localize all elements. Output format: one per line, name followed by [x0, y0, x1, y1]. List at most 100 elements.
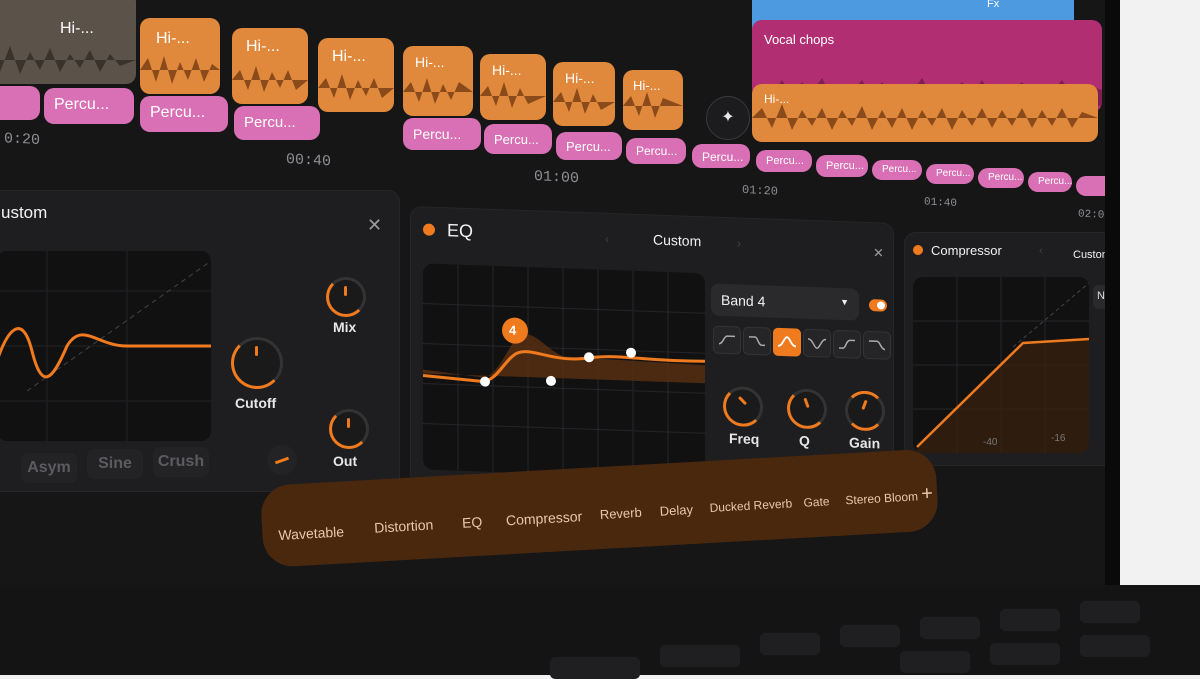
hi-hat-clip[interactable]: Hi-...	[0, 0, 136, 84]
distortion-curve	[0, 251, 211, 441]
compressor-enabled-dot[interactable]	[913, 245, 923, 255]
axis-label: -40	[983, 437, 998, 448]
mode-asym-button[interactable]: Asym	[21, 453, 77, 483]
eq-preset-name[interactable]: Custom	[653, 231, 701, 249]
band-enable-toggle[interactable]	[869, 299, 887, 312]
chain-item-compressor[interactable]: Compressor	[506, 508, 583, 528]
eq-enabled-dot[interactable]	[423, 223, 435, 236]
clip-waveform	[232, 66, 308, 92]
compressor-graph[interactable]: -40 -16	[913, 277, 1089, 453]
distortion-graph[interactable]	[0, 251, 211, 441]
cutoff-label: Cutoff	[235, 395, 277, 411]
bell-filter-button[interactable]	[773, 327, 801, 357]
close-icon[interactable]: ✕	[367, 215, 382, 236]
highshelf-icon	[839, 339, 855, 349]
lowshelf-filter-button[interactable]	[743, 326, 771, 356]
q-label: Q	[799, 432, 810, 449]
vocal-chops-label: Vocal chops	[764, 32, 835, 47]
clip-label: Percu...	[54, 96, 110, 113]
hi-hat-clip[interactable]: Hi-...	[232, 28, 308, 104]
clip-label: Percu...	[413, 126, 462, 142]
hi-hat-clip[interactable]: Hi-...	[140, 18, 220, 94]
mode-crush-button[interactable]: Crush	[153, 447, 209, 477]
gain-knob[interactable]	[845, 390, 885, 432]
chain-item-stereo-bloom[interactable]: Stereo Bloom	[845, 489, 918, 507]
chain-item-distortion[interactable]: Distortion	[374, 516, 434, 535]
gain-label: Gain	[849, 434, 881, 452]
notch-icon	[807, 338, 827, 349]
notch-filter-button[interactable]	[803, 328, 831, 358]
clip-label: Hi-...	[492, 62, 522, 78]
time-label: 0:20	[4, 130, 41, 150]
clip-label: Percu...	[150, 104, 206, 121]
eq-curve	[423, 264, 705, 479]
keyboard-key	[1080, 601, 1140, 623]
perc-clip[interactable]	[0, 86, 40, 120]
lowshelf-icon	[749, 336, 765, 347]
highshelf-filter-button[interactable]	[833, 329, 861, 359]
hi-hat-clip[interactable]: Hi-...	[623, 70, 683, 130]
keyboard-key	[1000, 609, 1060, 631]
hi-hat-clip[interactable]: Hi-...	[480, 54, 546, 120]
freq-label: Freq	[729, 430, 760, 448]
prev-preset-icon[interactable]: ‹	[605, 232, 609, 246]
time-label: 01:20	[742, 182, 779, 199]
hi-hat-clip[interactable]: Hi-...	[752, 84, 1098, 142]
chain-item-wavetable[interactable]: Wavetable	[278, 523, 344, 543]
hi-hat-clip[interactable]: Hi-...	[318, 38, 394, 112]
perc-clip[interactable]: Percu...	[140, 96, 228, 132]
highcut-filter-button[interactable]	[863, 330, 891, 360]
mode-sine-button[interactable]: Sine	[87, 449, 143, 479]
keyboard-key	[550, 657, 640, 679]
keyboard-key	[760, 633, 820, 655]
side-control[interactable]: N	[1093, 285, 1105, 309]
chevron-down-icon: ▼	[840, 297, 849, 308]
distortion-panel: ustom ✕ Mix Cutoff Out Asym Sine Crush	[0, 190, 400, 492]
compressor-preset-name[interactable]: Custom	[1073, 249, 1105, 261]
chain-item-reverb[interactable]: Reverb	[599, 505, 642, 522]
laptop-bezel	[1105, 0, 1120, 610]
next-preset-icon[interactable]: ›	[737, 236, 741, 250]
clip-label: Percu...	[244, 114, 296, 131]
ai-assist-button[interactable]: ✦	[706, 96, 750, 140]
lowcut-icon	[718, 335, 735, 345]
hi-hat-clip[interactable]: Hi-...	[403, 46, 473, 116]
hi-hat-clip[interactable]: Hi-...	[553, 62, 615, 126]
chain-item-ducked-reverb[interactable]: Ducked Reverb	[709, 496, 792, 515]
eq-title: EQ	[447, 220, 474, 242]
out-label: Out	[333, 453, 358, 469]
add-effect-button[interactable]: +	[921, 483, 934, 507]
clip-waveform	[553, 88, 615, 114]
clip-label: Hi-...	[332, 48, 366, 65]
keyboard-key	[840, 625, 900, 647]
band-select-value: Band 4	[721, 291, 766, 310]
perc-clip[interactable]: Percu...	[44, 88, 134, 124]
eq-graph[interactable]: 4	[423, 263, 705, 480]
prev-preset-icon[interactable]: ‹	[1039, 245, 1043, 257]
clip-label: Percu...	[494, 132, 539, 147]
lowcut-filter-button[interactable]	[713, 325, 741, 355]
sparkle-icon: ✦	[721, 109, 735, 126]
mix-knob[interactable]	[326, 277, 366, 317]
clip-waveform	[403, 78, 473, 104]
time-label: 01:00	[534, 167, 580, 188]
keyboard-key	[900, 651, 970, 673]
q-knob[interactable]	[787, 388, 827, 430]
mix-label: Mix	[333, 319, 357, 335]
close-icon[interactable]: ✕	[873, 245, 884, 261]
band-select[interactable]: Band 4 ▼	[711, 283, 859, 321]
out-knob[interactable]	[329, 409, 369, 449]
daw-screen: Fx Vocal chops Hi-... Hi-... Hi-... Hi-.…	[0, 0, 1105, 590]
side-control-label: N	[1097, 290, 1105, 302]
cutoff-knob[interactable]	[231, 337, 283, 389]
chain-item-delay[interactable]: Delay	[659, 502, 693, 519]
chain-item-eq[interactable]: EQ	[462, 514, 483, 531]
clip-waveform	[480, 82, 546, 108]
compressor-title: Compressor	[931, 243, 1002, 258]
laptop-keyboard	[0, 585, 1200, 679]
band-4-handle-label[interactable]: 4	[509, 322, 516, 337]
freq-knob[interactable]	[723, 385, 763, 428]
chain-item-gate[interactable]: Gate	[803, 494, 830, 509]
clip-label: Hi-...	[415, 54, 445, 70]
drive-mini-knob[interactable]	[267, 445, 297, 475]
